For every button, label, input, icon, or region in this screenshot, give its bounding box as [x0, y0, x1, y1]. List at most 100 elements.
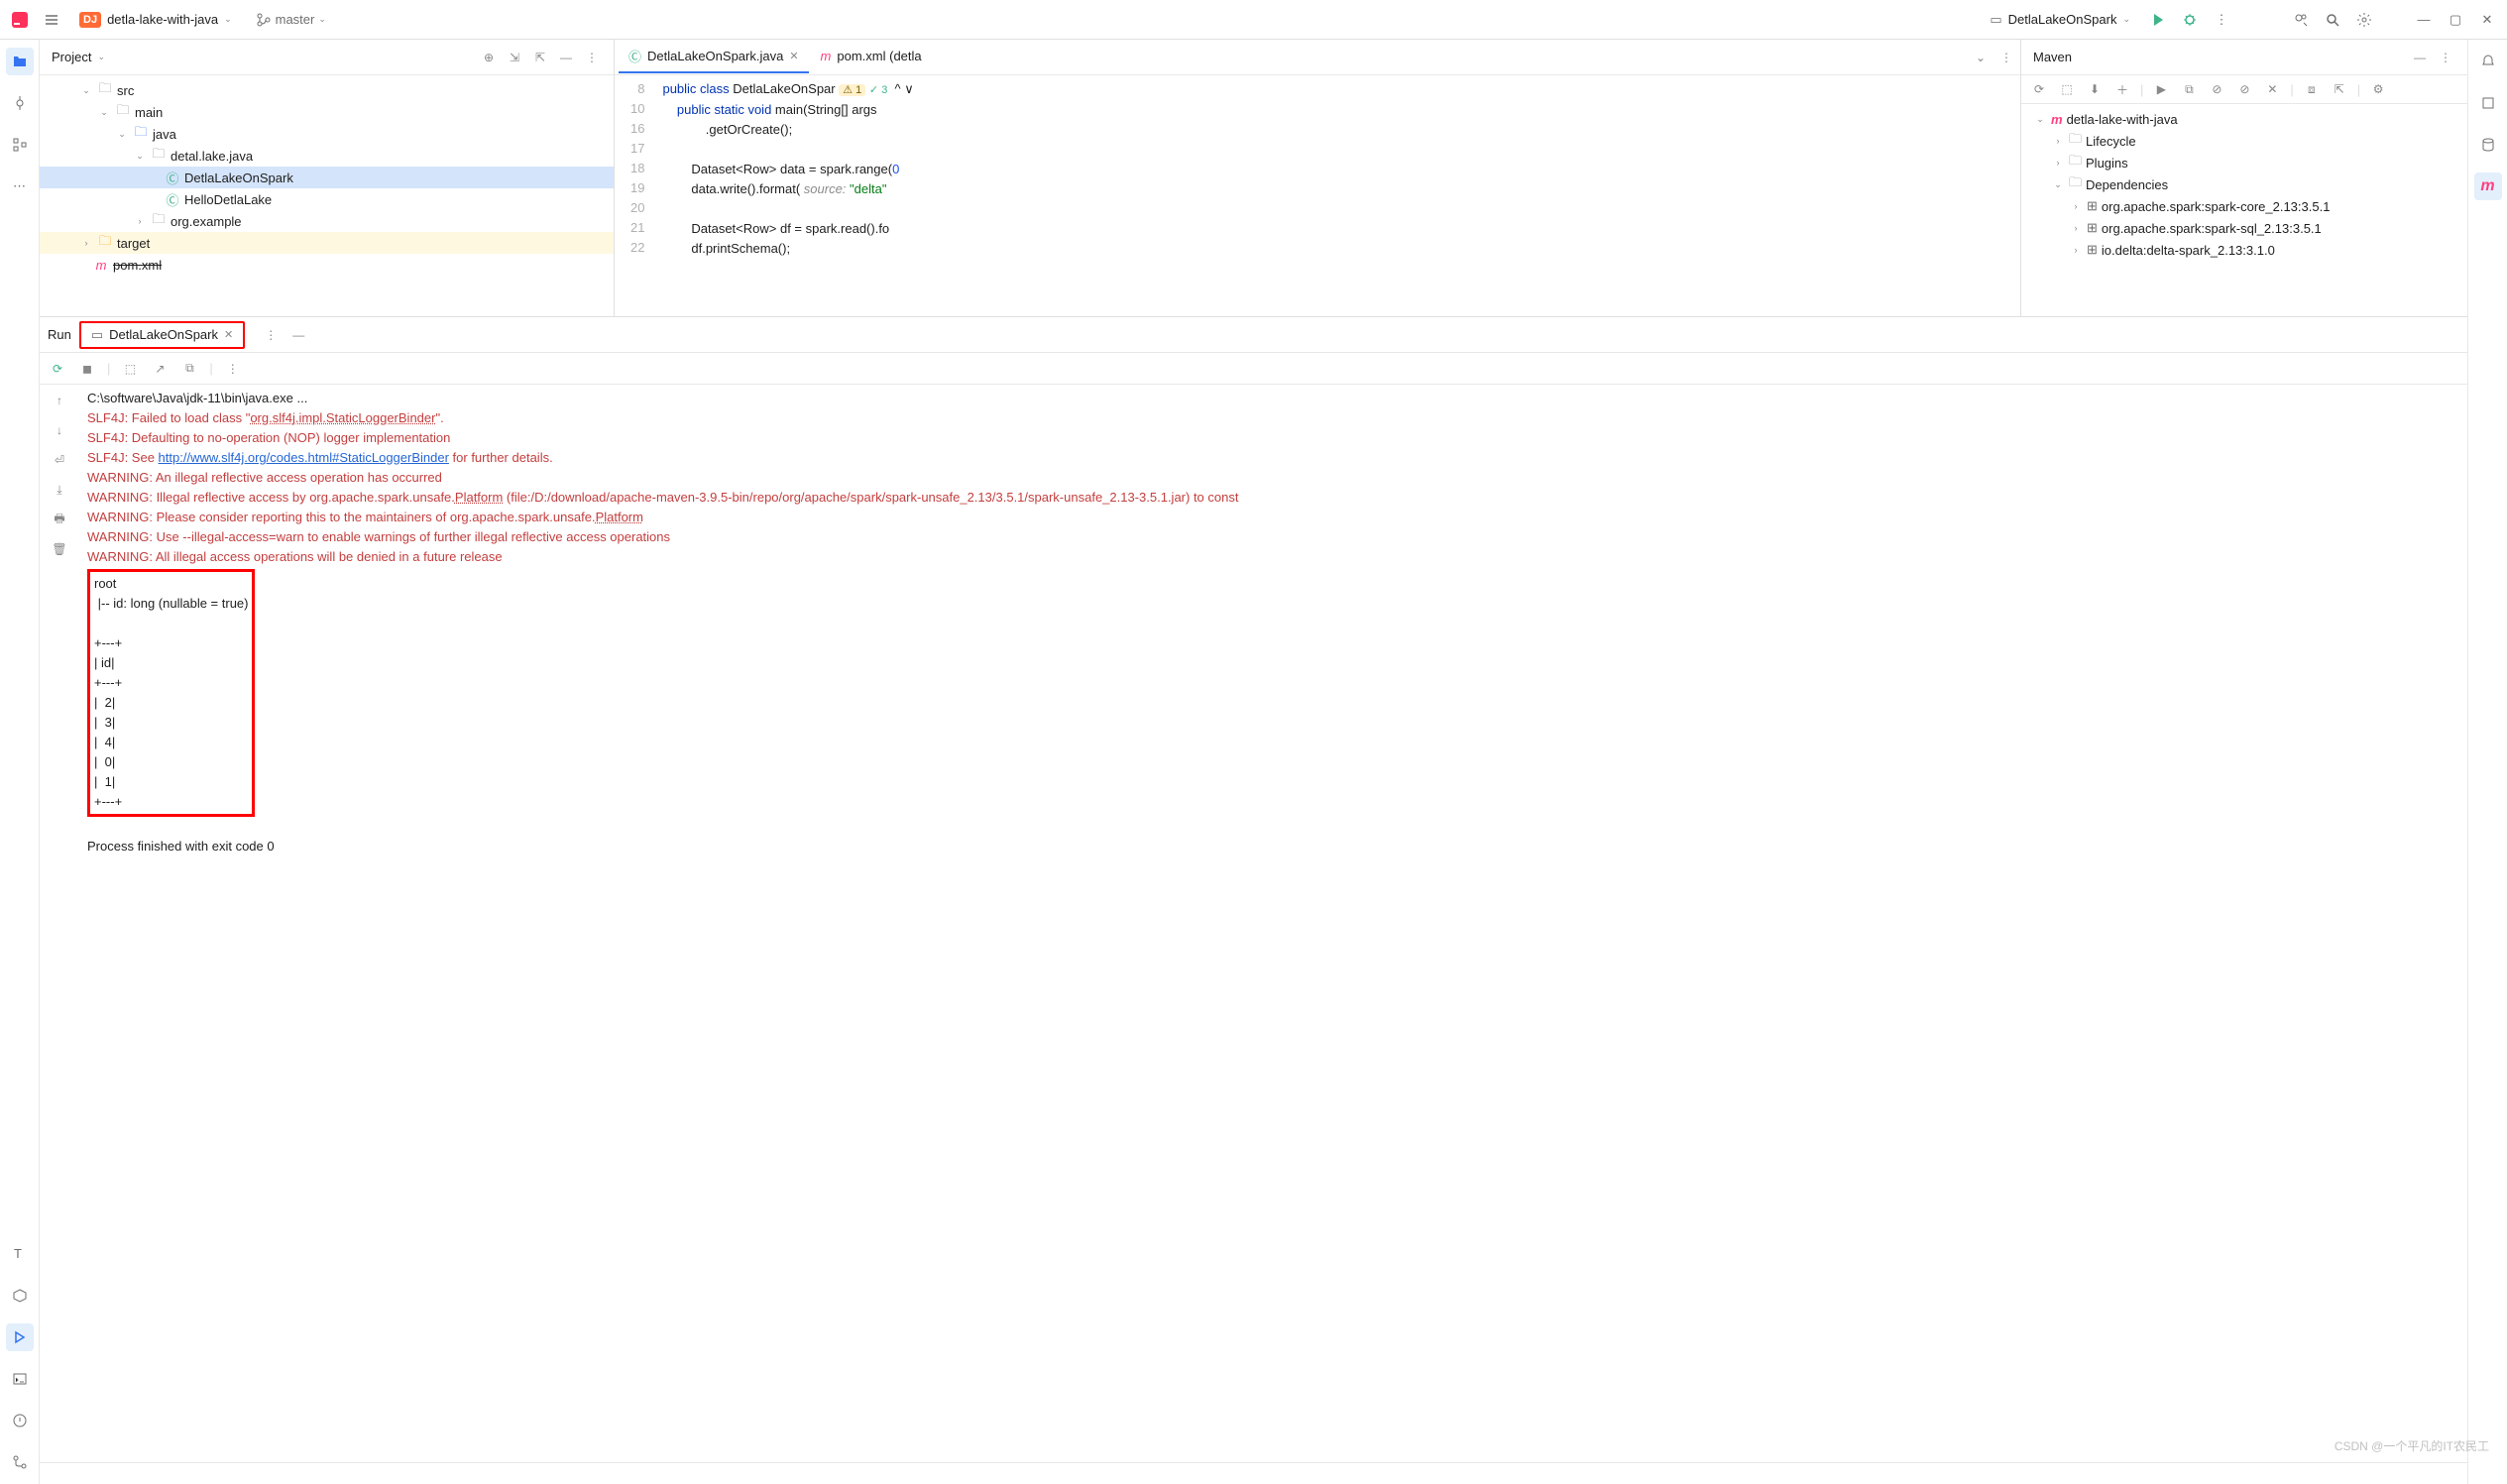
maven-lifecycle: ›🗀Lifecycle [2021, 130, 2467, 152]
hide-icon[interactable]: — [2410, 48, 2430, 67]
collapse-all-icon[interactable]: ⇱ [530, 48, 550, 67]
chevron-down-icon[interactable]: ⌄ [1971, 48, 1991, 67]
clear-icon[interactable]: 🗑 [50, 539, 69, 559]
project-tool-icon[interactable] [6, 48, 34, 75]
minimize-icon[interactable]: — [2412, 8, 2436, 32]
close-icon[interactable]: ✕ [224, 328, 233, 341]
maven-settings-icon[interactable]: ⚙ [2368, 79, 2388, 99]
scroll-end-icon[interactable]: ⤓ [50, 480, 69, 500]
code-area[interactable]: public class DetlaLakeOnSpar ⚠ 1 ✓ 3 ^ ∨… [654, 75, 2020, 316]
more-tool-icon[interactable]: ⋯ [6, 172, 34, 200]
run-side-toolbar: ↑ ↓ ⏎ ⤓ 🖶 🗑 [40, 385, 79, 1462]
more-actions-icon[interactable]: ⋮ [2210, 8, 2233, 32]
code-editor[interactable]: 81016171819202122 public class DetlaLake… [615, 75, 2020, 316]
hide-icon[interactable]: — [556, 48, 576, 67]
skip-tests-icon[interactable]: ⊘ [2234, 79, 2254, 99]
branch-name: master [276, 12, 315, 27]
locate-icon[interactable]: ⊕ [479, 48, 499, 67]
close-icon[interactable]: ✕ [2262, 79, 2282, 99]
tree-folder-java: ⌄🗀java [40, 123, 614, 145]
run-tab[interactable]: ▭ DetlaLakeOnSpark ✕ [79, 321, 245, 349]
project-tree[interactable]: ⌄🗀src ⌄🗀main ⌄🗀java ⌄🗀detal.lake.java ⒸD… [40, 75, 614, 316]
options-icon[interactable]: ⋮ [261, 325, 281, 345]
maven-plugins: ›🗀Plugins [2021, 152, 2467, 173]
run-tool-icon[interactable] [6, 1323, 34, 1351]
editor-tab-pom[interactable]: m pom.xml (detla [811, 43, 932, 71]
rerun-icon[interactable]: ⟳ [48, 359, 67, 379]
show-deps-icon[interactable]: ⧈ [2302, 79, 2322, 99]
more-icon[interactable]: ⋮ [223, 359, 243, 379]
up-icon[interactable]: ↑ [50, 391, 69, 410]
project-panel: Project ⌄ ⊕ ⇲ ⇱ — ⋮ ⌄🗀src ⌄🗀main ⌄🗀java … [40, 40, 615, 316]
add-icon[interactable]: ＋ [2112, 79, 2132, 99]
services-tool-icon[interactable] [6, 1282, 34, 1310]
stop-icon[interactable]: ◼ [77, 359, 97, 379]
reload-icon[interactable]: ⟳ [2029, 79, 2049, 99]
run-config-icon: ▭ [91, 327, 103, 343]
tree-file-pom: mpom.xml [40, 254, 614, 276]
maximize-icon[interactable]: ▢ [2444, 8, 2467, 32]
status-bar [40, 1462, 2467, 1484]
ai-icon[interactable] [2474, 89, 2502, 117]
execute-icon[interactable]: ⧉ [2179, 79, 2199, 99]
problems-tool-icon[interactable] [6, 1407, 34, 1434]
project-selector[interactable]: DJ detla-lake-with-java ⌄ [71, 9, 240, 31]
soft-wrap-icon[interactable]: ⏎ [50, 450, 69, 470]
close-icon[interactable]: ✕ [2475, 8, 2499, 32]
print-icon[interactable]: 🖶 [50, 510, 69, 529]
run-config-name: DetlaLakeOnSpark [2008, 12, 2117, 27]
vcs-tool-icon[interactable] [6, 1448, 34, 1476]
download-icon[interactable]: ⬇ [2085, 79, 2105, 99]
hide-icon[interactable]: — [288, 325, 308, 345]
maven-panel-title: Maven [2033, 50, 2072, 64]
debug-button[interactable] [2178, 8, 2202, 32]
left-tool-strip: ⋯ T [0, 40, 40, 1484]
editor-panel: Ⓒ DetlaLakeOnSpark.java ✕ m pom.xml (det… [615, 40, 2021, 316]
database-icon[interactable] [2474, 131, 2502, 159]
maven-dep: ›⊞org.apache.spark:spark-core_2.13:3.5.1 [2021, 195, 2467, 217]
maven-dep: ›⊞io.delta:delta-spark_2.13:3.1.0 [2021, 239, 2467, 261]
code-with-me-icon[interactable] [2289, 8, 2313, 32]
maven-file-icon: m [821, 49, 832, 63]
run-tab-name: DetlaLakeOnSpark [109, 327, 218, 342]
run-maven-icon[interactable]: ▶ [2151, 79, 2171, 99]
console-output[interactable]: C:\software\Java\jdk-11\bin\java.exe ...… [79, 385, 2467, 1462]
options-icon[interactable]: ⋮ [2436, 48, 2455, 67]
chevron-down-icon: ⌄ [224, 14, 232, 25]
chevron-down-icon: ⌄ [318, 14, 326, 25]
layout-icon[interactable]: ⧉ [179, 359, 199, 379]
structure-tool-icon[interactable] [6, 131, 34, 159]
maven-icon[interactable]: m [2474, 172, 2502, 200]
run-config-icon: ▭ [1990, 12, 2001, 28]
right-tool-strip: m [2467, 40, 2507, 1484]
settings-icon[interactable] [2352, 8, 2376, 32]
search-icon[interactable] [2321, 8, 2344, 32]
terminal-tool-icon[interactable] [6, 1365, 34, 1393]
collapse-icon[interactable]: ⇱ [2330, 79, 2349, 99]
top-toolbar: DJ detla-lake-with-java ⌄ master ⌄ ▭ Det… [0, 0, 2507, 40]
editor-tab-java[interactable]: Ⓒ DetlaLakeOnSpark.java ✕ [619, 41, 809, 73]
run-tool-window: Run ▭ DetlaLakeOnSpark ✕ ⋮ — ⟳ ◼ | ⬚ ↗ [40, 317, 2467, 1462]
main-menu-icon[interactable] [40, 8, 63, 32]
vcs-branch[interactable]: master ⌄ [248, 9, 334, 31]
chevron-down-icon: ⌄ [2122, 14, 2130, 25]
run-button[interactable] [2146, 8, 2170, 32]
generate-icon[interactable]: ⬚ [2057, 79, 2077, 99]
commit-tool-icon[interactable] [6, 89, 34, 117]
chevron-down-icon[interactable]: ⌄ [97, 52, 105, 62]
toggle-offline-icon[interactable]: ⊘ [2207, 79, 2226, 99]
expand-all-icon[interactable]: ⇲ [505, 48, 524, 67]
dump-icon[interactable]: ⬚ [120, 359, 140, 379]
exit-icon[interactable]: ↗ [150, 359, 170, 379]
line-gutter: 81016171819202122 [615, 75, 654, 316]
down-icon[interactable]: ↓ [50, 420, 69, 440]
options-icon[interactable]: ⋮ [582, 48, 602, 67]
options-icon[interactable]: ⋮ [1996, 48, 2016, 67]
app-logo-icon [8, 8, 32, 32]
bookmarks-tool-icon[interactable]: T [6, 1240, 34, 1268]
maven-tree[interactable]: ⌄mdetla-lake-with-java ›🗀Lifecycle ›🗀Plu… [2021, 104, 2467, 316]
project-badge: DJ [79, 12, 101, 28]
close-icon[interactable]: ✕ [789, 50, 798, 62]
notifications-icon[interactable] [2474, 48, 2502, 75]
run-config-selector[interactable]: ▭ DetlaLakeOnSpark ⌄ [1982, 9, 2138, 31]
